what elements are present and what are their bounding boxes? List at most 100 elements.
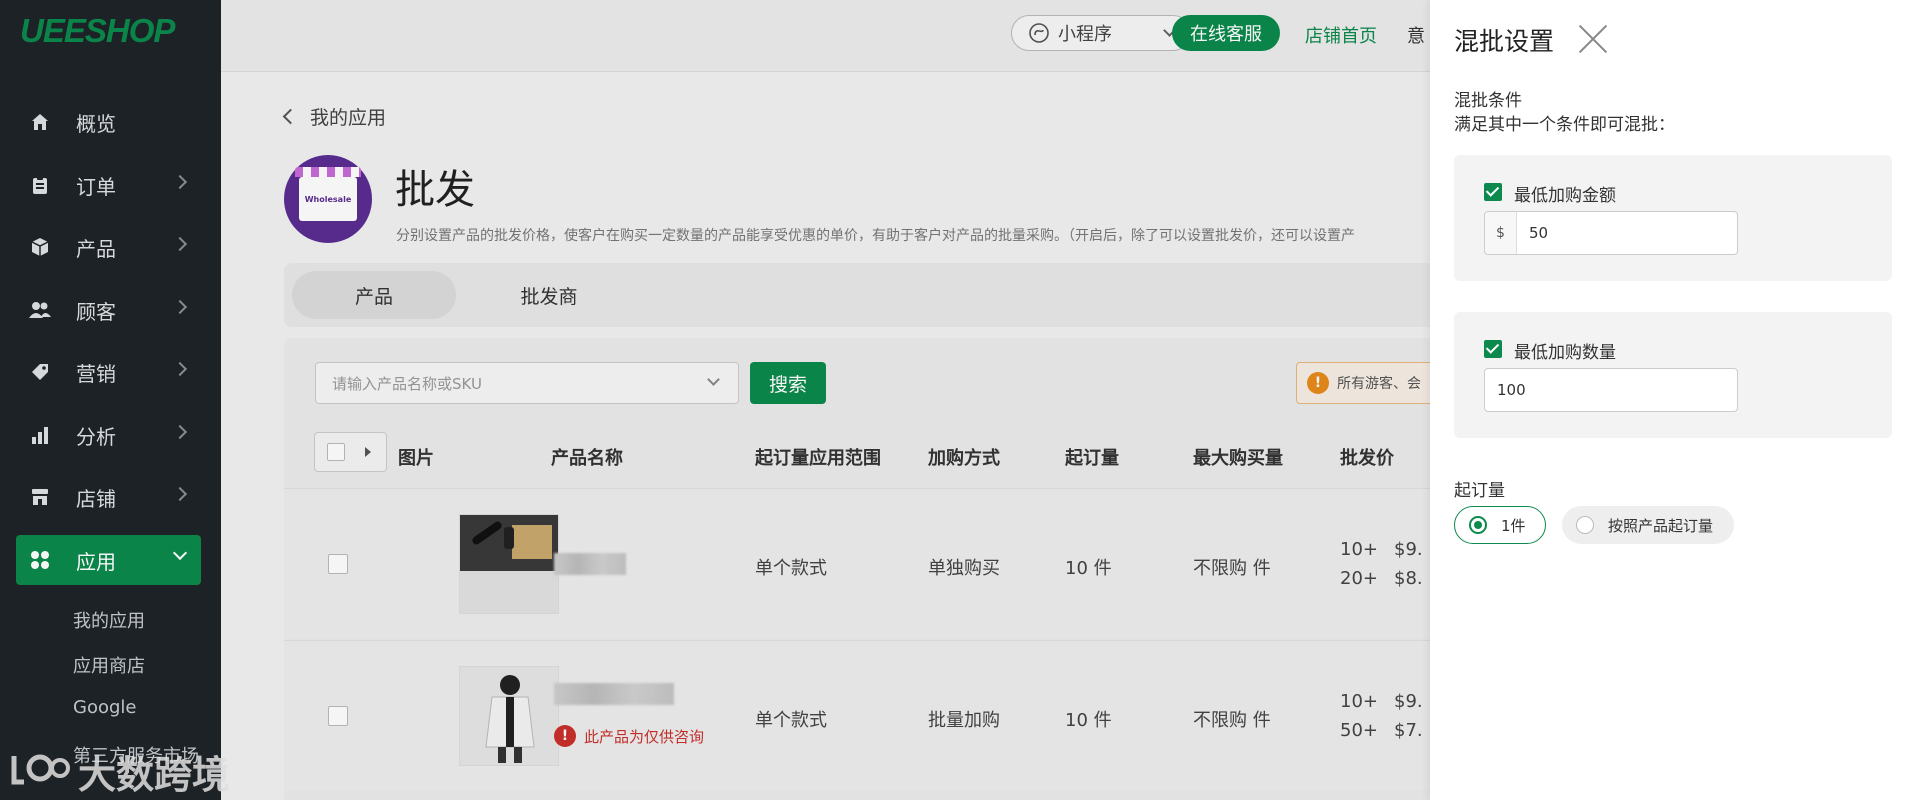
sidebar-item-label: 应用 <box>76 549 116 574</box>
cell-method: 批量加购 <box>928 710 1000 731</box>
chevron-left-icon <box>282 108 299 125</box>
min-qty-checkbox[interactable] <box>1484 340 1502 358</box>
sidebar-item-orders[interactable]: 订单 <box>16 160 201 210</box>
row-checkbox[interactable] <box>328 706 348 726</box>
sidebar-subitem-google[interactable]: Google <box>73 697 136 718</box>
wholesale-shop-icon: Wholesale <box>295 167 361 221</box>
sidebar-item-label: 顾客 <box>76 299 116 324</box>
chevron-down-icon <box>707 373 720 386</box>
cell-moq: 10 件 <box>1065 558 1112 579</box>
chevron-right-icon <box>172 361 188 377</box>
chevron-right-icon <box>172 299 188 315</box>
sidebar-item-overview[interactable]: 概览 <box>16 97 201 147</box>
cell-tier-2: 20+ <box>1340 568 1378 589</box>
min-amount-card: 最低加购金额 $ 50 <box>1454 155 1892 281</box>
condition-title: 混批条件 <box>1454 91 1522 111</box>
column-header-max: 最大购买量 <box>1193 448 1283 469</box>
tab-wholesalers[interactable]: 批发商 <box>474 271 624 319</box>
sidebar-item-customers[interactable]: 顾客 <box>16 285 201 335</box>
moq-option-one-piece[interactable]: 1件 <box>1454 506 1546 544</box>
sidebar-item-label: 概览 <box>76 111 116 136</box>
tag-icon <box>28 360 52 384</box>
chevron-right-icon <box>172 424 188 440</box>
min-amount-value: 50 <box>1529 224 1549 242</box>
cell-max: 不限购 件 <box>1193 710 1271 731</box>
tab-bar: 产品 批发商 <box>284 263 1514 327</box>
sidebar-item-label: 订单 <box>76 174 116 199</box>
column-header-name: 产品名称 <box>551 448 623 469</box>
watermark-logo-icon <box>10 748 70 796</box>
cell-tier-1: 10+ <box>1340 691 1378 712</box>
table-row: 单个款式 单独购买 10 件 不限购 件 10+ 20+ $9. $8. <box>284 488 1514 638</box>
mini-program-dropdown[interactable]: 小程序 <box>1011 15 1191 51</box>
warning-icon: ! <box>1307 372 1329 394</box>
back-label: 我的应用 <box>310 107 387 129</box>
consult-only-notice: ! 此产品为仅供咨询 <box>554 725 704 747</box>
cell-moq: 10 件 <box>1065 710 1112 731</box>
sidebar-item-apps[interactable]: 应用 <box>16 535 201 585</box>
cell-method: 单独购买 <box>928 558 1000 579</box>
radio-selected-icon <box>1469 516 1487 534</box>
moq-option-label: 1件 <box>1501 516 1526 535</box>
search-input[interactable]: 请输入产品名称或SKU <box>315 362 739 404</box>
min-qty-input[interactable]: 100 <box>1484 368 1738 412</box>
sidebar-item-label: 营销 <box>76 361 116 386</box>
min-qty-card: 最低加购数量 100 <box>1454 312 1892 438</box>
table-row: ! 此产品为仅供咨询 单个款式 批量加购 10 件 不限购 件 10+ 50+ … <box>284 640 1514 790</box>
column-header-price: 批发价 <box>1340 448 1394 469</box>
cell-tier-1: 10+ <box>1340 539 1378 560</box>
page-title: 批发 <box>395 167 475 213</box>
sidebar-item-label: 店铺 <box>76 486 116 511</box>
column-header-scope: 起订量应用范围 <box>755 448 881 469</box>
sidebar-subitem-app-store[interactable]: 应用商店 <box>73 652 145 678</box>
row-checkbox[interactable] <box>328 554 348 574</box>
drawer-title: 混批设置 <box>1454 27 1555 56</box>
mini-program-icon <box>1029 23 1049 43</box>
min-amount-input[interactable]: $ 50 <box>1484 211 1738 255</box>
cube-icon <box>28 235 52 259</box>
sidebar-item-products[interactable]: 产品 <box>16 222 201 272</box>
min-qty-label: 最低加购数量 <box>1514 343 1616 363</box>
min-qty-value: 100 <box>1497 381 1526 399</box>
select-all-checkbox[interactable] <box>314 432 387 472</box>
tab-products[interactable]: 产品 <box>292 271 456 319</box>
sidebar-item-store[interactable]: 店铺 <box>16 472 201 522</box>
app-logo: Wholesale <box>284 155 372 243</box>
cell-price-1: $9. <box>1394 539 1423 560</box>
chevron-right-icon <box>172 174 188 190</box>
brand-logo[interactable]: UEESHOP <box>20 12 175 50</box>
moq-option-product-moq[interactable]: 按照产品起订量 <box>1562 506 1734 544</box>
watermark: 大数跨境 <box>10 744 230 799</box>
online-service-button[interactable]: 在线客服 <box>1172 15 1280 51</box>
cell-price-1: $9. <box>1394 691 1423 712</box>
apps-grid-icon <box>28 548 52 572</box>
cell-max: 不限购 件 <box>1193 558 1271 579</box>
chevron-down-icon <box>172 545 188 561</box>
min-amount-checkbox[interactable] <box>1484 183 1502 201</box>
sidebar-item-analytics[interactable]: 分析 <box>16 410 201 460</box>
app-description: 分别设置产品的批发价格，使客户在购买一定数量的产品能享受优惠的单价，有助于客户对… <box>396 228 1355 244</box>
search-button[interactable]: 搜索 <box>750 362 826 404</box>
caret-right-icon <box>365 447 371 457</box>
close-icon[interactable] <box>1578 24 1608 54</box>
back-link[interactable]: 我的应用 <box>282 103 387 130</box>
sidebar-item-marketing[interactable]: 营销 <box>16 347 201 397</box>
min-amount-label: 最低加购金额 <box>1514 186 1616 206</box>
sidebar-subitem-my-apps[interactable]: 我的应用 <box>73 607 145 633</box>
store-home-link[interactable]: 店铺首页 <box>1305 22 1377 48</box>
chevron-right-icon <box>172 236 188 252</box>
bar-chart-icon <box>28 423 52 447</box>
home-icon <box>28 110 52 134</box>
column-header-image: 图片 <box>398 448 434 469</box>
clipboard-icon <box>28 173 52 197</box>
cell-scope: 单个款式 <box>755 710 827 731</box>
column-header-moq: 起订量 <box>1065 448 1119 469</box>
cell-price-2: $8. <box>1394 568 1423 589</box>
users-icon <box>28 298 52 322</box>
cell-tier-2: 50+ <box>1340 720 1378 741</box>
condition-subtitle: 满足其中一个条件即可混批： <box>1454 115 1675 135</box>
topbar-partial-link[interactable]: 意 <box>1407 22 1425 48</box>
blurred-product-name <box>554 683 674 705</box>
sidebar: UEESHOP 概览 订单 产品 顾客 营销 分析 店铺 应用 我的应用 应用商… <box>0 0 221 800</box>
column-header-method: 加购方式 <box>928 448 1000 469</box>
